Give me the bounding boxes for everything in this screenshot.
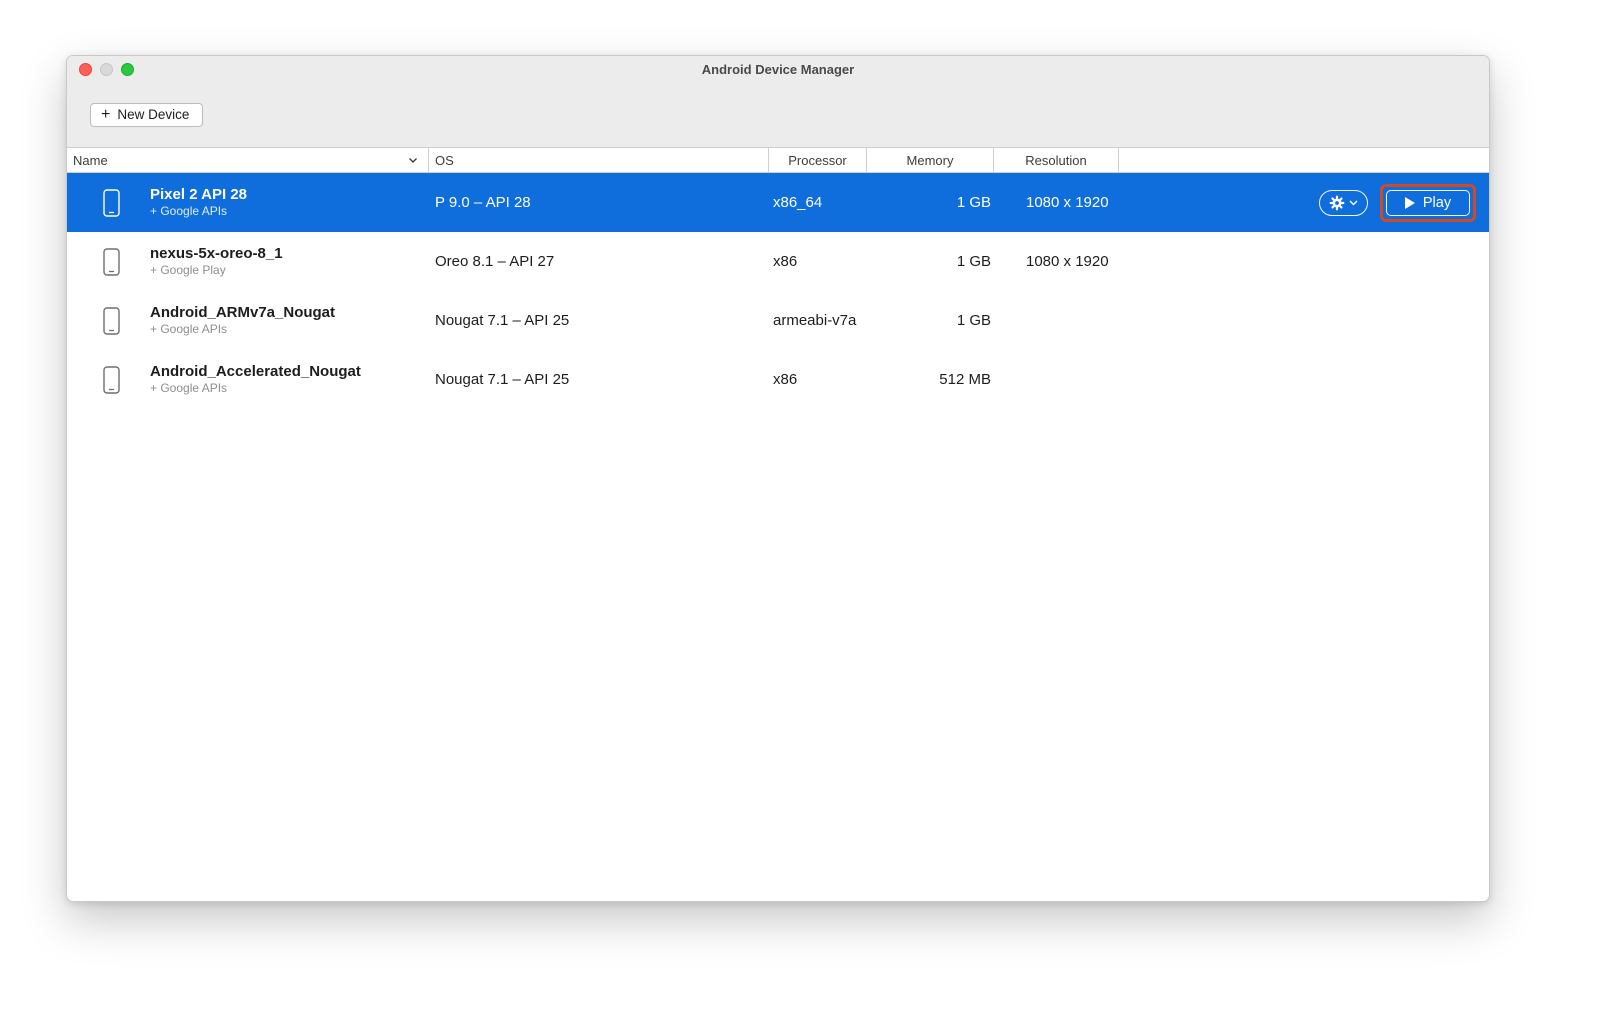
device-os: Oreo 8.1 – API 27 xyxy=(435,253,555,270)
table-header: Name OS Processor Memory Resolution xyxy=(67,148,1489,173)
device-subtitle: + Google APIs xyxy=(150,381,228,396)
device-processor: x86 xyxy=(773,371,798,388)
device-row[interactable]: Android_Accelerated_Nougat + Google APIs… xyxy=(67,350,1489,409)
device-list: Pixel 2 API 28 + Google APIs P 9.0 – API… xyxy=(67,173,1489,409)
device-processor: x86 xyxy=(773,253,798,270)
device-settings-button[interactable] xyxy=(1319,189,1368,216)
play-button[interactable]: Play xyxy=(1386,189,1470,216)
device-memory: 512 MB xyxy=(939,371,991,388)
device-resolution xyxy=(994,350,1119,409)
device-name: Android_Accelerated_Nougat xyxy=(150,362,361,380)
device-name: Android_ARMv7a_Nougat xyxy=(150,303,336,321)
window-title: Android Device Manager xyxy=(701,61,855,77)
column-header-processor[interactable]: Processor xyxy=(769,148,867,172)
device-subtitle: + Google APIs xyxy=(150,322,228,337)
device-name: Pixel 2 API 28 xyxy=(150,185,248,203)
window-titlebar: Android Device Manager xyxy=(67,56,1489,82)
play-label: Play xyxy=(1422,194,1452,211)
column-header-resolution[interactable]: Resolution xyxy=(994,148,1119,172)
chevron-down-icon xyxy=(1349,200,1358,206)
phone-icon xyxy=(103,306,120,335)
device-row[interactable]: Android_ARMv7a_Nougat + Google APIs Noug… xyxy=(67,291,1489,350)
plus-icon: + xyxy=(101,105,111,123)
close-window-button[interactable] xyxy=(79,62,92,76)
device-row[interactable]: nexus-5x-oreo-8_1 + Google Play Oreo 8.1… xyxy=(67,232,1489,291)
new-device-button[interactable]: + New Device xyxy=(90,102,204,127)
minimize-window-button[interactable] xyxy=(100,62,113,76)
column-header-name[interactable]: Name xyxy=(67,148,429,172)
android-device-manager-window: Android Device Manager + New Device Name… xyxy=(66,55,1490,902)
device-os: Nougat 7.1 – API 25 xyxy=(435,312,570,329)
device-memory: 1 GB xyxy=(956,194,991,211)
column-header-os[interactable]: OS xyxy=(429,148,769,172)
device-row[interactable]: Pixel 2 API 28 + Google APIs P 9.0 – API… xyxy=(67,173,1489,232)
device-subtitle: + Google APIs xyxy=(150,204,228,219)
device-os: Nougat 7.1 – API 25 xyxy=(435,371,570,388)
gear-icon xyxy=(1329,195,1345,211)
zoom-window-button[interactable] xyxy=(121,62,134,76)
device-memory: 1 GB xyxy=(956,253,991,270)
column-header-memory[interactable]: Memory xyxy=(867,148,994,172)
toolbar: + New Device xyxy=(67,82,1489,148)
device-resolution xyxy=(994,291,1119,350)
device-resolution: 1080 x 1920 xyxy=(1026,253,1109,270)
phone-icon xyxy=(103,365,120,394)
device-processor: armeabi-v7a xyxy=(773,312,857,329)
device-name: nexus-5x-oreo-8_1 xyxy=(150,244,283,262)
new-device-label: New Device xyxy=(117,107,190,122)
device-subtitle: + Google Play xyxy=(150,263,226,278)
phone-icon xyxy=(103,247,120,276)
device-resolution: 1080 x 1920 xyxy=(1026,194,1109,211)
play-button-highlight: Play xyxy=(1380,183,1476,222)
column-header-filler xyxy=(1119,148,1489,172)
device-processor: x86_64 xyxy=(773,194,823,211)
device-memory: 1 GB xyxy=(956,312,991,329)
phone-icon xyxy=(103,188,120,217)
play-icon xyxy=(1404,196,1415,209)
traffic-lights xyxy=(79,56,134,82)
chevron-down-icon xyxy=(408,157,418,164)
device-os: P 9.0 – API 28 xyxy=(435,194,531,211)
